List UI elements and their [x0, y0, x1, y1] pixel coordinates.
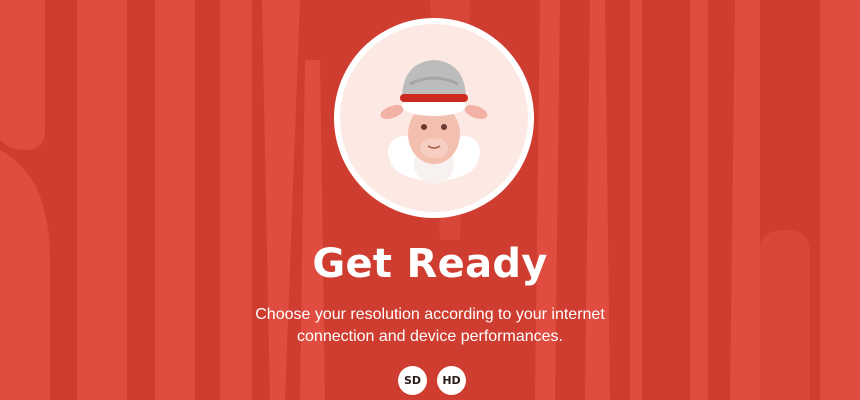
avatar [334, 18, 534, 218]
page-title: Get Ready [312, 241, 548, 287]
sd-button[interactable]: SD [398, 366, 427, 395]
sheep-with-cap-icon [380, 60, 488, 184]
resolution-description: Choose your resolution according to your… [255, 306, 605, 345]
hd-button[interactable]: HD [437, 366, 466, 395]
resolution-options: SD HD [398, 366, 466, 395]
avatar-inner [340, 24, 528, 212]
